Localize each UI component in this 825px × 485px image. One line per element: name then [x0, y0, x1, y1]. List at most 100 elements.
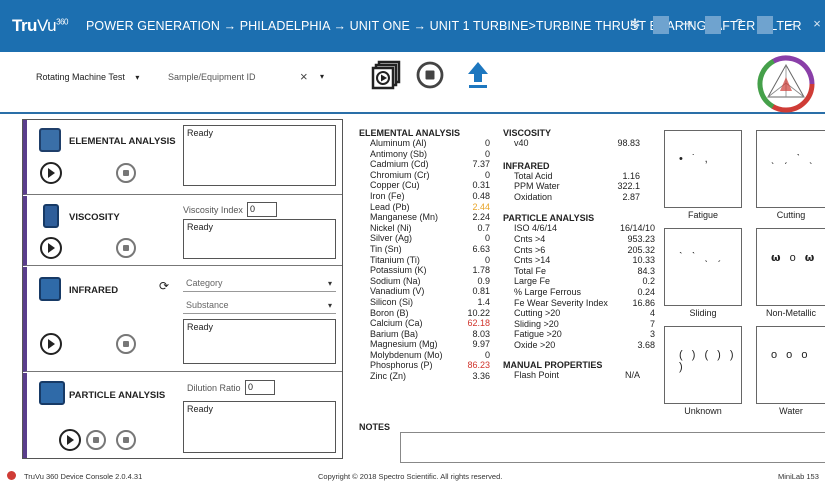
row-label: ISO 4/6/14: [514, 223, 558, 234]
substance-select[interactable]: Substance ▾: [183, 297, 336, 314]
stop-button[interactable]: [116, 430, 136, 450]
row-value: 0.31: [472, 180, 490, 191]
row-label: PPM Water: [514, 181, 560, 192]
data-row: Calcium (Ca) 62.18: [359, 318, 490, 329]
help-icon[interactable]: ?: [731, 16, 747, 34]
step-button[interactable]: [86, 430, 106, 450]
refresh-icon[interactable]: ⟳: [159, 279, 169, 293]
row-value: 0: [484, 349, 490, 360]
row-label: Oxide >20: [514, 339, 556, 350]
data-row: ISO 4/6/14 16/14/10: [503, 223, 655, 234]
viscosity-index-input[interactable]: 0: [247, 202, 277, 217]
status-box: Ready: [183, 219, 336, 259]
row-value: 2.44: [472, 201, 490, 212]
stop-button[interactable]: [116, 163, 136, 183]
viscosity-index-label: Viscosity Index: [183, 205, 243, 215]
stop-button[interactable]: [116, 238, 136, 258]
footer: TruVu 360 Device Console 2.0.4.31 Copyri…: [0, 471, 825, 485]
test-panel: ELEMENTAL ANALYSIS Ready VISCOSITY Visco…: [22, 119, 343, 459]
row-label: Fatigue >20: [514, 329, 562, 340]
row-value: 7: [649, 318, 655, 329]
notes-header: NOTES: [359, 422, 391, 432]
data-row: Flash Point N/A: [503, 370, 640, 381]
version-label: TruVu 360 Device Console 2.0.4.31: [24, 472, 143, 481]
stop-button[interactable]: [116, 334, 136, 354]
data-row: Silicon (Si) 1.4: [359, 297, 490, 308]
status-wheel-icon[interactable]: [757, 55, 815, 113]
section-title: INFRARED: [69, 285, 119, 296]
play-button[interactable]: [40, 237, 62, 259]
row-value: 953.23: [627, 233, 655, 244]
viscosity-header: VISCOSITY: [503, 128, 552, 138]
chevron-down-icon[interactable]: ▾: [320, 72, 324, 81]
row-value: 0: [484, 148, 490, 159]
play-button[interactable]: [40, 333, 62, 355]
row-value: 98.83: [617, 138, 640, 148]
sample-id-input[interactable]: Sample/Equipment ID: [168, 72, 256, 82]
section-title: VISCOSITY: [69, 212, 120, 223]
upload-icon[interactable]: [466, 60, 490, 92]
dilution-ratio-input[interactable]: 0: [245, 380, 275, 395]
row-label: Boron (B): [370, 307, 409, 318]
wear-card-fatigue[interactable]: • ˙ ,: [664, 130, 742, 208]
data-row: Manganese (Mn) 2.24: [359, 212, 490, 223]
viscosity-rows: v40 98.83: [503, 138, 640, 149]
infrared-device-icon: [39, 277, 61, 301]
particle-image: ˋ ˋ ˎ ˏ: [679, 251, 724, 263]
dilution-ratio-label: Dilution Ratio: [187, 383, 241, 393]
wear-card-label: Water: [779, 406, 803, 416]
data-row: Aluminum (Al) 0: [359, 138, 490, 149]
row-value: 7.37: [472, 159, 490, 170]
row-value: 1.16: [622, 170, 640, 181]
row-label: Sliding >20: [514, 318, 559, 329]
row-label: Sodium (Na): [370, 275, 421, 286]
minimize-icon[interactable]: –: [783, 16, 799, 34]
row-label: Total Fe: [514, 265, 547, 276]
clear-icon[interactable]: ×: [300, 69, 308, 84]
row-label: Fe Wear Severity Index: [514, 297, 608, 308]
copyright-label: Copyright © 2018 Spectro Scientific. All…: [318, 472, 503, 481]
wear-card-unknown[interactable]: ( ) ( ) ) ): [664, 326, 742, 404]
row-label: Potassium (K): [370, 265, 427, 276]
test-type-select[interactable]: Rotating Machine Test ▾: [36, 72, 139, 82]
row-value: 205.32: [627, 244, 655, 255]
wear-card-cutting[interactable]: ˎ ˏ ˋ ˎ: [756, 130, 825, 208]
particle-header: PARTICLE ANALYSIS: [503, 213, 595, 224]
data-row: Molybdenum (Mo) 0: [359, 350, 490, 361]
app-logo: TruVu360: [12, 16, 68, 35]
row-value: 8.03: [472, 328, 490, 339]
wear-card-sliding[interactable]: ˋ ˋ ˎ ˏ: [664, 228, 742, 306]
data-row: Magnesium (Mg) 9.97: [359, 339, 490, 350]
gear-icon[interactable]: ✻: [627, 16, 643, 34]
data-row: v40 98.83: [503, 138, 640, 149]
status-box: Ready: [183, 401, 336, 453]
row-label: Cadmium (Cd): [370, 159, 429, 170]
row-value: 0.24: [637, 286, 655, 297]
data-row: Iron (Fe) 0.48: [359, 190, 490, 202]
wear-card-nonmetallic[interactable]: 𝞈 o 𝞈: [756, 228, 825, 306]
close-icon[interactable]: ×: [809, 16, 825, 34]
status-box: Ready: [183, 319, 336, 364]
stop-all-icon[interactable]: [415, 60, 445, 90]
elemental-section: ELEMENTAL ANALYSIS Ready: [23, 120, 342, 195]
run-all-icon[interactable]: [370, 59, 402, 91]
play-button[interactable]: [59, 429, 81, 451]
results-panel: ELEMENTAL ANALYSIS Aluminum (Al) 0 Antimon…: [359, 128, 490, 382]
row-value: 0.9: [477, 275, 490, 286]
row-label: Oxidation: [514, 191, 553, 202]
row-label: Iron (Fe): [370, 190, 405, 201]
row-value: 3: [649, 329, 655, 340]
category-select[interactable]: Category ▾: [183, 275, 336, 292]
infrared-header: INFRARED: [503, 160, 550, 171]
row-label: Cutting >20: [514, 308, 561, 319]
row-value: 0: [484, 169, 490, 180]
notes-input[interactable]: [400, 432, 825, 463]
wear-card-water[interactable]: o o o: [756, 326, 825, 404]
data-row: Cadmium (Cd) 7.37: [359, 159, 490, 170]
data-row: Fe Wear Severity Index 16.86: [503, 298, 655, 309]
logout-icon[interactable]: ⇥: [679, 16, 695, 34]
play-button[interactable]: [40, 162, 62, 184]
row-label: Cnts >4: [514, 233, 546, 244]
row-label: Antimony (Sb): [370, 148, 428, 159]
row-value: 2.24: [472, 212, 490, 223]
